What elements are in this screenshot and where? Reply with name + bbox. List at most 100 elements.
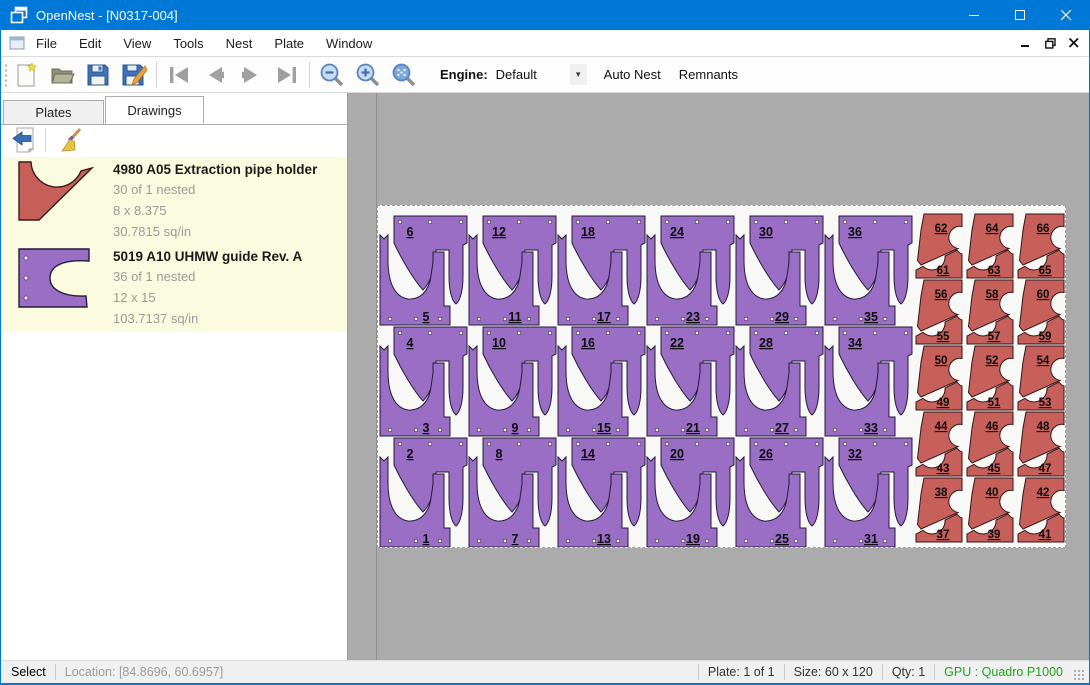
resize-grip[interactable] [1073,669,1085,681]
svg-text:22: 22 [670,336,684,350]
nest-pair-purple[interactable]: 22 21 [647,327,734,436]
mdi-restore-button[interactable] [1041,34,1059,52]
nav-first-button[interactable] [161,60,197,90]
nest-pair-red[interactable]: 5857 [967,280,1013,344]
svg-text:41: 41 [1039,529,1052,541]
nest-pair-red[interactable]: 5251 [967,346,1013,410]
svg-text:17: 17 [597,310,611,324]
zoom-in-icon [355,62,381,88]
nav-first-icon [166,62,192,88]
nest-pair-red[interactable]: 5655 [916,280,962,344]
menu-edit[interactable]: Edit [68,31,112,56]
status-separator [882,664,883,680]
svg-text:1: 1 [423,532,430,546]
nest-pair-red[interactable]: 66 65 [1018,214,1064,278]
nest-pair-purple[interactable]: 2019 [647,438,734,547]
nest-pair-red[interactable]: 6463 [967,214,1013,278]
engine-select[interactable]: Default [496,67,568,82]
svg-text:35: 35 [864,310,878,324]
nest-pair-purple[interactable]: 2827 [736,327,823,436]
new-file-button[interactable] [8,60,44,90]
nest-pair-purple[interactable]: 65 [380,216,467,325]
nest-pair-red[interactable]: 4847 [1018,412,1064,476]
nest-pair-red[interactable]: 5049 [916,346,962,410]
open-file-button[interactable] [44,60,80,90]
maximize-button[interactable] [997,0,1043,30]
nav-last-button[interactable] [269,60,305,90]
menu-tools[interactable]: Tools [162,31,214,56]
menu-nest[interactable]: Nest [215,31,264,56]
nest-pair-purple[interactable]: 87 [469,438,556,547]
svg-text:66: 66 [1037,223,1050,235]
drawings-list: 4980 A05 Extraction pipe holder 30 of 1 … [1,157,347,332]
nest-pair-purple[interactable]: 109 [469,327,556,436]
menu-view[interactable]: View [112,31,162,56]
nest-pair-red[interactable]: 4039 [967,478,1013,542]
nest-pair-purple[interactable]: 43 [380,327,467,436]
nest-pair-purple[interactable]: 3029 [736,216,823,325]
nest-pair-purple[interactable]: 2625 [736,438,823,547]
svg-text:16: 16 [581,336,595,350]
svg-text:13: 13 [597,532,611,546]
nest-pair-red[interactable]: 4443 [916,412,962,476]
nest-pair-red[interactable]: 4645 [967,412,1013,476]
nest-pair-purple[interactable]: 1817 [558,216,645,325]
zoom-out-button[interactable] [314,60,350,90]
menu-file[interactable]: File [25,31,68,56]
nest-pair-red[interactable]: 4241 [1018,478,1064,542]
svg-text:19: 19 [686,532,700,546]
svg-text:64: 64 [986,223,999,235]
nav-next-button[interactable] [233,60,269,90]
auto-nest-button[interactable]: Auto Nest [595,61,670,88]
svg-text:56: 56 [935,289,948,301]
mdi-minimize-button[interactable] [1017,34,1035,52]
import-drawing-button[interactable] [7,125,41,155]
nest-pair-red[interactable]: 6059 [1018,280,1064,344]
zoom-in-button[interactable] [350,60,386,90]
clear-drawings-button[interactable] [54,125,88,155]
mdi-close-button[interactable] [1065,34,1083,52]
title-bar[interactable]: OpenNest - [N0317-004] [1,0,1089,30]
svg-text:27: 27 [775,421,789,435]
nest-pair-red[interactable]: 6261 [916,214,962,278]
svg-text:34: 34 [848,336,862,350]
nested-parts[interactable]: 6512111817242330293635431091615222128273… [378,206,1065,547]
nest-pair-purple[interactable]: 21 [380,438,467,547]
nest-pair-purple[interactable]: 2423 [647,216,734,325]
menu-plate[interactable]: Plate [263,31,315,56]
menu-window[interactable]: Window [315,31,383,56]
close-button[interactable] [1043,0,1089,30]
svg-text:60: 60 [1037,289,1050,301]
svg-text:37: 37 [937,529,950,541]
svg-text:21: 21 [686,421,700,435]
nest-pair-red[interactable]: 3837 [916,478,962,542]
zoom-out-icon [319,62,345,88]
save-button[interactable] [80,60,116,90]
nest-pair-purple[interactable]: 36 35 [825,216,912,325]
nest-pair-purple[interactable]: 1211 [469,216,556,325]
drawing-item-1[interactable]: 4980 A05 Extraction pipe holder 30 of 1 … [1,157,347,245]
drawing-2-title: 5019 A10 UHMW guide Rev. A [113,249,302,264]
minimize-button[interactable] [951,0,997,30]
engine-dropdown-arrow[interactable]: ▼ [570,64,587,85]
nest-pair-red[interactable]: 5453 [1018,346,1064,410]
zoom-fit-button[interactable] [386,60,422,90]
nav-prev-button[interactable] [197,60,233,90]
svg-text:32: 32 [848,447,862,461]
tab-drawings[interactable]: Drawings [105,96,204,124]
nest-pair-purple[interactable]: 1615 [558,327,645,436]
plate-sheet[interactable]: 6512111817242330293635431091615222128273… [377,205,1066,548]
save-as-button[interactable] [116,60,152,90]
nest-pair-purple[interactable]: 3231 [825,438,912,547]
tab-plates[interactable]: Plates [3,100,104,124]
svg-text:65: 65 [1039,265,1052,277]
nest-pair-purple[interactable]: 1413 [558,438,645,547]
svg-text:36: 36 [848,225,862,239]
drawing-item-2[interactable]: 5019 A10 UHMW guide Rev. A 36 of 1 neste… [1,245,347,332]
status-plate: Plate: 1 of 1 [708,665,775,679]
panel-toolbar [1,123,347,157]
new-file-icon [13,62,39,88]
nav-next-icon [238,62,264,88]
nest-pair-purple[interactable]: 3433 [825,327,912,436]
remnants-button[interactable]: Remnants [670,61,747,88]
